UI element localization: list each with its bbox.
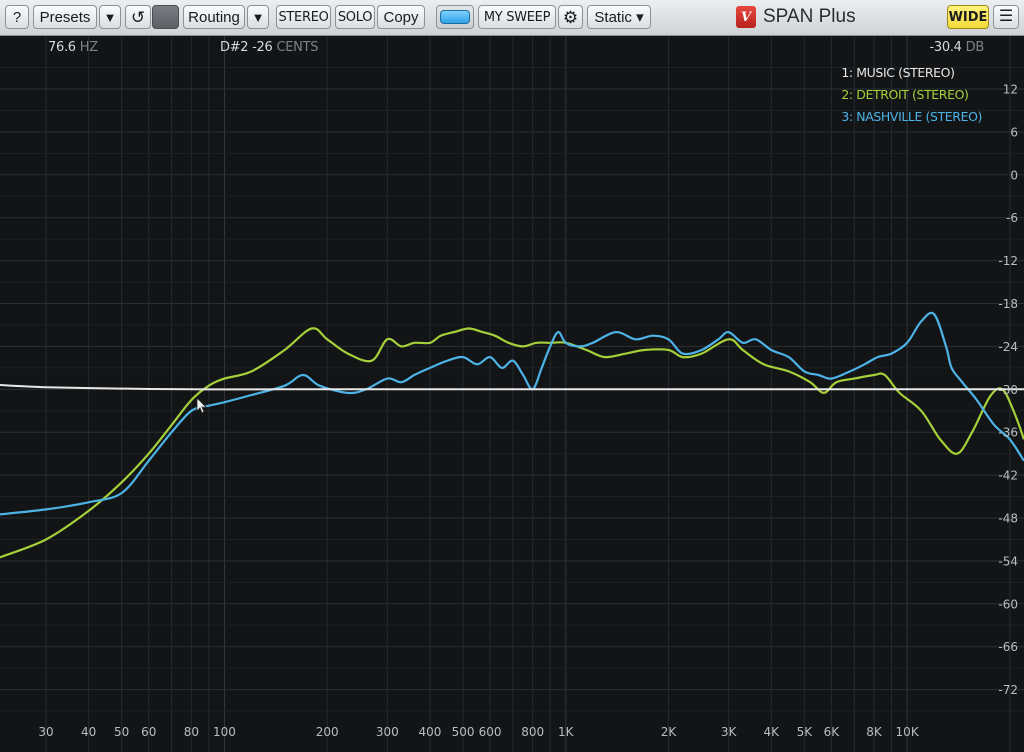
reset-icon: ↺ xyxy=(130,7,146,27)
solo-button[interactable]: SOLO xyxy=(335,5,375,29)
y-tick-label: -48 xyxy=(998,512,1018,526)
mode-label: Static ▾ xyxy=(594,9,644,26)
x-tick-label: 10K xyxy=(896,725,920,739)
menu-button[interactable]: ☰ xyxy=(993,5,1019,29)
y-tick-label: -36 xyxy=(998,426,1018,440)
series-lines xyxy=(0,311,1024,559)
level-value: -30.4 xyxy=(929,40,962,55)
chevron-down-icon: ▼ xyxy=(251,9,265,25)
frequency-readout: 76.6 HZ xyxy=(48,40,98,55)
x-tick-label: 100 xyxy=(213,725,236,739)
x-tick-label: 1K xyxy=(558,725,575,739)
copy-label: Copy xyxy=(383,8,419,26)
x-tick-label: 4K xyxy=(764,725,781,739)
routing-dropdown-button[interactable]: ▼ xyxy=(247,5,269,29)
x-tick-label: 300 xyxy=(376,725,399,739)
x-tick-label: 400 xyxy=(419,725,442,739)
wide-button[interactable]: WIDE xyxy=(947,5,989,29)
app-name: SPAN Plus xyxy=(763,6,856,27)
routing-label: Routing xyxy=(188,8,240,26)
stereo-button[interactable]: STEREO xyxy=(276,5,331,29)
y-tick-label: 6 xyxy=(1010,125,1018,139)
level-readout: -30.4 DB xyxy=(929,40,985,55)
series-detroit xyxy=(0,327,1024,559)
x-tick-label: 5K xyxy=(797,725,814,739)
x-tick-label: 80 xyxy=(184,725,199,739)
hamburger-menu-icon: ☰ xyxy=(998,8,1014,25)
x-tick-label: 50 xyxy=(114,725,129,739)
series-music xyxy=(0,384,1024,391)
y-tick-label: -30 xyxy=(998,383,1018,397)
x-tick-label: 6K xyxy=(824,725,841,739)
mode-dropdown[interactable]: Static ▾ xyxy=(587,5,651,29)
gear-icon: ⚙ xyxy=(562,7,579,27)
sweep-label: MY SWEEP xyxy=(483,9,551,25)
x-tick-label: 2K xyxy=(661,725,678,739)
wide-label: WIDE xyxy=(948,9,988,25)
copy-button[interactable]: Copy xyxy=(377,5,425,29)
voxengo-logo-icon: V xyxy=(736,6,756,28)
help-label: ? xyxy=(12,8,22,26)
color-toggle-button[interactable] xyxy=(436,5,474,29)
y-tick-label: -42 xyxy=(998,469,1018,483)
legend-item-nashville[interactable]: 3: NASHVILLE (STEREO) xyxy=(841,106,982,128)
legend-item-detroit[interactable]: 2: DETROIT (STEREO) xyxy=(841,84,982,106)
spectrum-chart[interactable]: 1260-6-12-18-24-30-36-42-48-54-60-66-72 … xyxy=(0,36,1024,752)
x-tick-label: 600 xyxy=(479,725,502,739)
color-swatch-button[interactable] xyxy=(152,5,179,29)
reset-button[interactable]: ↺ xyxy=(125,5,151,29)
x-tick-label: 3K xyxy=(721,725,738,739)
y-tick-label: 12 xyxy=(1003,83,1018,97)
note-unit: CENTS xyxy=(276,40,319,55)
x-tick-label: 30 xyxy=(38,725,53,739)
toolbar: ? Presets ▼ ↺ Routing ▼ STEREO SOLO Copy… xyxy=(0,0,1024,36)
chevron-down-icon: ▼ xyxy=(103,9,117,25)
x-axis-labels: 30 40 50 60 80 100 200 300 400 500 600 800 1K 2K 3K 4K 5… xyxy=(38,725,919,739)
routing-button[interactable]: Routing xyxy=(183,5,245,29)
x-tick-label: 500 xyxy=(452,725,475,739)
legend: 1: MUSIC (STEREO) 2: DETROIT (STEREO) 3:… xyxy=(841,62,982,128)
note-value: D#2 -26 xyxy=(220,40,273,55)
x-tick-label: 800 xyxy=(521,725,544,739)
frequency-unit: HZ xyxy=(79,40,98,55)
stereo-label: STEREO xyxy=(278,9,329,25)
help-button[interactable]: ? xyxy=(5,5,29,29)
settings-button[interactable]: ⚙ xyxy=(558,5,583,29)
x-tick-label: 40 xyxy=(81,725,96,739)
y-tick-label: -54 xyxy=(998,554,1018,568)
solo-label: SOLO xyxy=(337,9,373,25)
frequency-value: 76.6 xyxy=(48,40,76,55)
x-tick-label: 200 xyxy=(316,725,339,739)
y-tick-label: -72 xyxy=(998,683,1018,697)
my-sweep-button[interactable]: MY SWEEP xyxy=(478,5,556,29)
y-tick-label: 0 xyxy=(1010,168,1018,182)
y-tick-label: -24 xyxy=(998,340,1018,354)
note-readout: D#2 -26 CENTS xyxy=(220,40,318,55)
y-tick-label: -6 xyxy=(1006,211,1018,225)
y-tick-label: -66 xyxy=(998,640,1018,654)
y-tick-label: -12 xyxy=(998,254,1018,268)
blue-indicator-icon xyxy=(440,10,470,24)
level-unit: DB xyxy=(965,40,985,55)
x-tick-label: 60 xyxy=(141,725,156,739)
y-tick-label: -18 xyxy=(998,297,1018,311)
presets-label: Presets xyxy=(39,8,91,26)
legend-item-music[interactable]: 1: MUSIC (STEREO) xyxy=(841,62,982,84)
presets-button[interactable]: Presets xyxy=(33,5,97,29)
grid-lines xyxy=(0,36,1024,752)
y-tick-label: -60 xyxy=(998,597,1018,611)
x-tick-label: 8K xyxy=(866,725,883,739)
app-logo: V SPAN Plus xyxy=(736,5,856,29)
presets-dropdown-button[interactable]: ▼ xyxy=(99,5,121,29)
